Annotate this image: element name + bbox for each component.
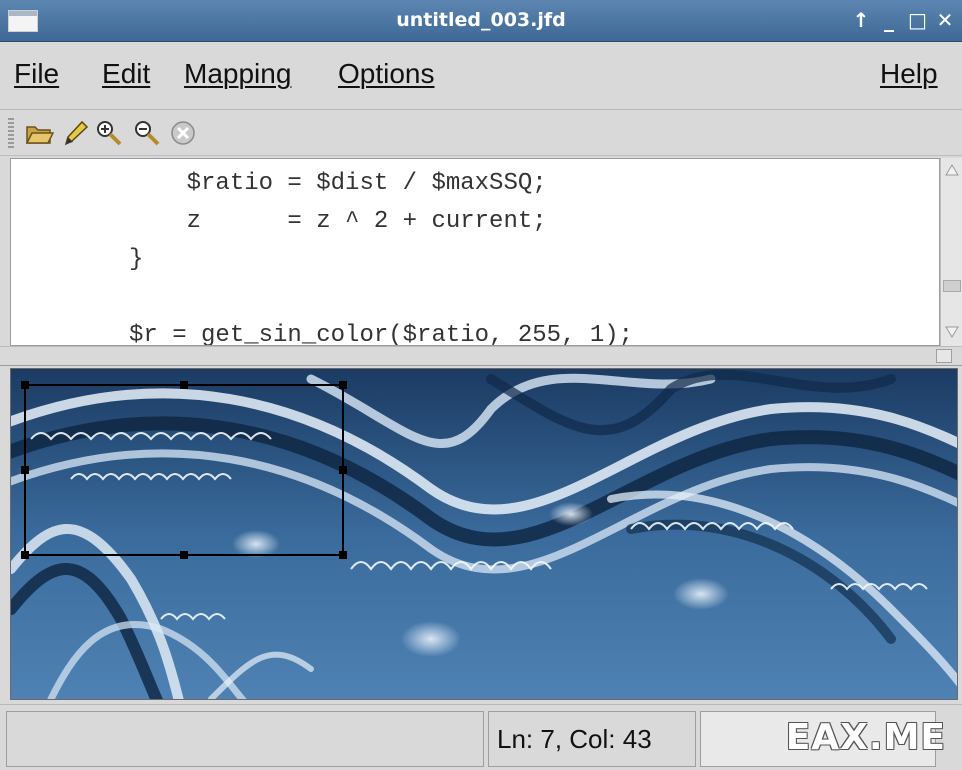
status-message-cell [6, 711, 484, 767]
code-editor[interactable]: $ratio = $dist / $maxSSQ; z = z ^ 2 + cu… [10, 158, 940, 346]
toolbar [0, 110, 962, 156]
minimize-button[interactable]: _ [880, 8, 898, 32]
menu-edit[interactable]: Edit [102, 58, 150, 90]
zoom-in-icon[interactable] [94, 118, 124, 148]
toolbar-grip[interactable] [8, 118, 14, 148]
edit-pen-icon[interactable] [60, 118, 90, 148]
watermark-text: EAX.ME [785, 717, 946, 758]
menu-bar: File Edit Mapping Options Help [0, 42, 962, 110]
menu-options[interactable]: Options [338, 58, 435, 90]
menu-mapping[interactable]: Mapping [184, 58, 291, 90]
scroll-down-arrow-icon[interactable] [944, 324, 960, 340]
code-line: z = z ^ 2 + current; [129, 208, 547, 235]
cursor-position: Ln: 7, Col: 43 [488, 711, 696, 767]
menu-options-mnemonic: O [338, 58, 360, 89]
menu-edit-label: dit [120, 58, 151, 89]
window-controls: ↑ _ □ ✕ [852, 8, 954, 32]
maximize-button[interactable]: □ [908, 8, 927, 32]
title-bar: untitled_003.jfd ↑ _ □ ✕ [0, 0, 962, 42]
window-title: untitled_003.jfd [396, 9, 566, 31]
code-line: $r = get_sin_color($ratio, 255, 1); [129, 322, 634, 346]
scrollbar-thumb[interactable] [943, 280, 961, 292]
stop-icon[interactable] [168, 118, 198, 148]
pane-splitter[interactable] [0, 346, 962, 366]
code-line: $ratio = $dist / $maxSSQ; [129, 170, 547, 197]
menu-file[interactable]: File [14, 58, 59, 90]
menu-help-label: elp [900, 58, 938, 89]
scroll-up-arrow-icon[interactable] [944, 162, 960, 178]
status-bar: Ln: 7, Col: 43 EAX.ME [0, 704, 962, 770]
menu-help[interactable]: Help [880, 58, 938, 90]
pin-icon[interactable]: ↑ [852, 8, 870, 32]
menu-file-label: ile [31, 58, 60, 89]
menu-edit-mnemonic: E [102, 58, 121, 89]
fractal-canvas[interactable] [10, 368, 958, 700]
close-button[interactable]: ✕ [936, 8, 954, 32]
editor-scrollbar[interactable] [940, 158, 962, 346]
code-line: } [129, 246, 144, 273]
splitter-handle[interactable] [936, 349, 952, 363]
zoom-out-icon[interactable] [132, 118, 162, 148]
menu-mapping-label: apping [207, 58, 292, 89]
menu-file-mnemonic: F [14, 58, 32, 89]
open-folder-icon[interactable] [24, 118, 54, 148]
fractal-image [11, 369, 957, 699]
menu-mapping-mnemonic: M [184, 58, 208, 89]
menu-help-mnemonic: H [880, 58, 901, 89]
menu-options-label: ptions [359, 58, 435, 89]
